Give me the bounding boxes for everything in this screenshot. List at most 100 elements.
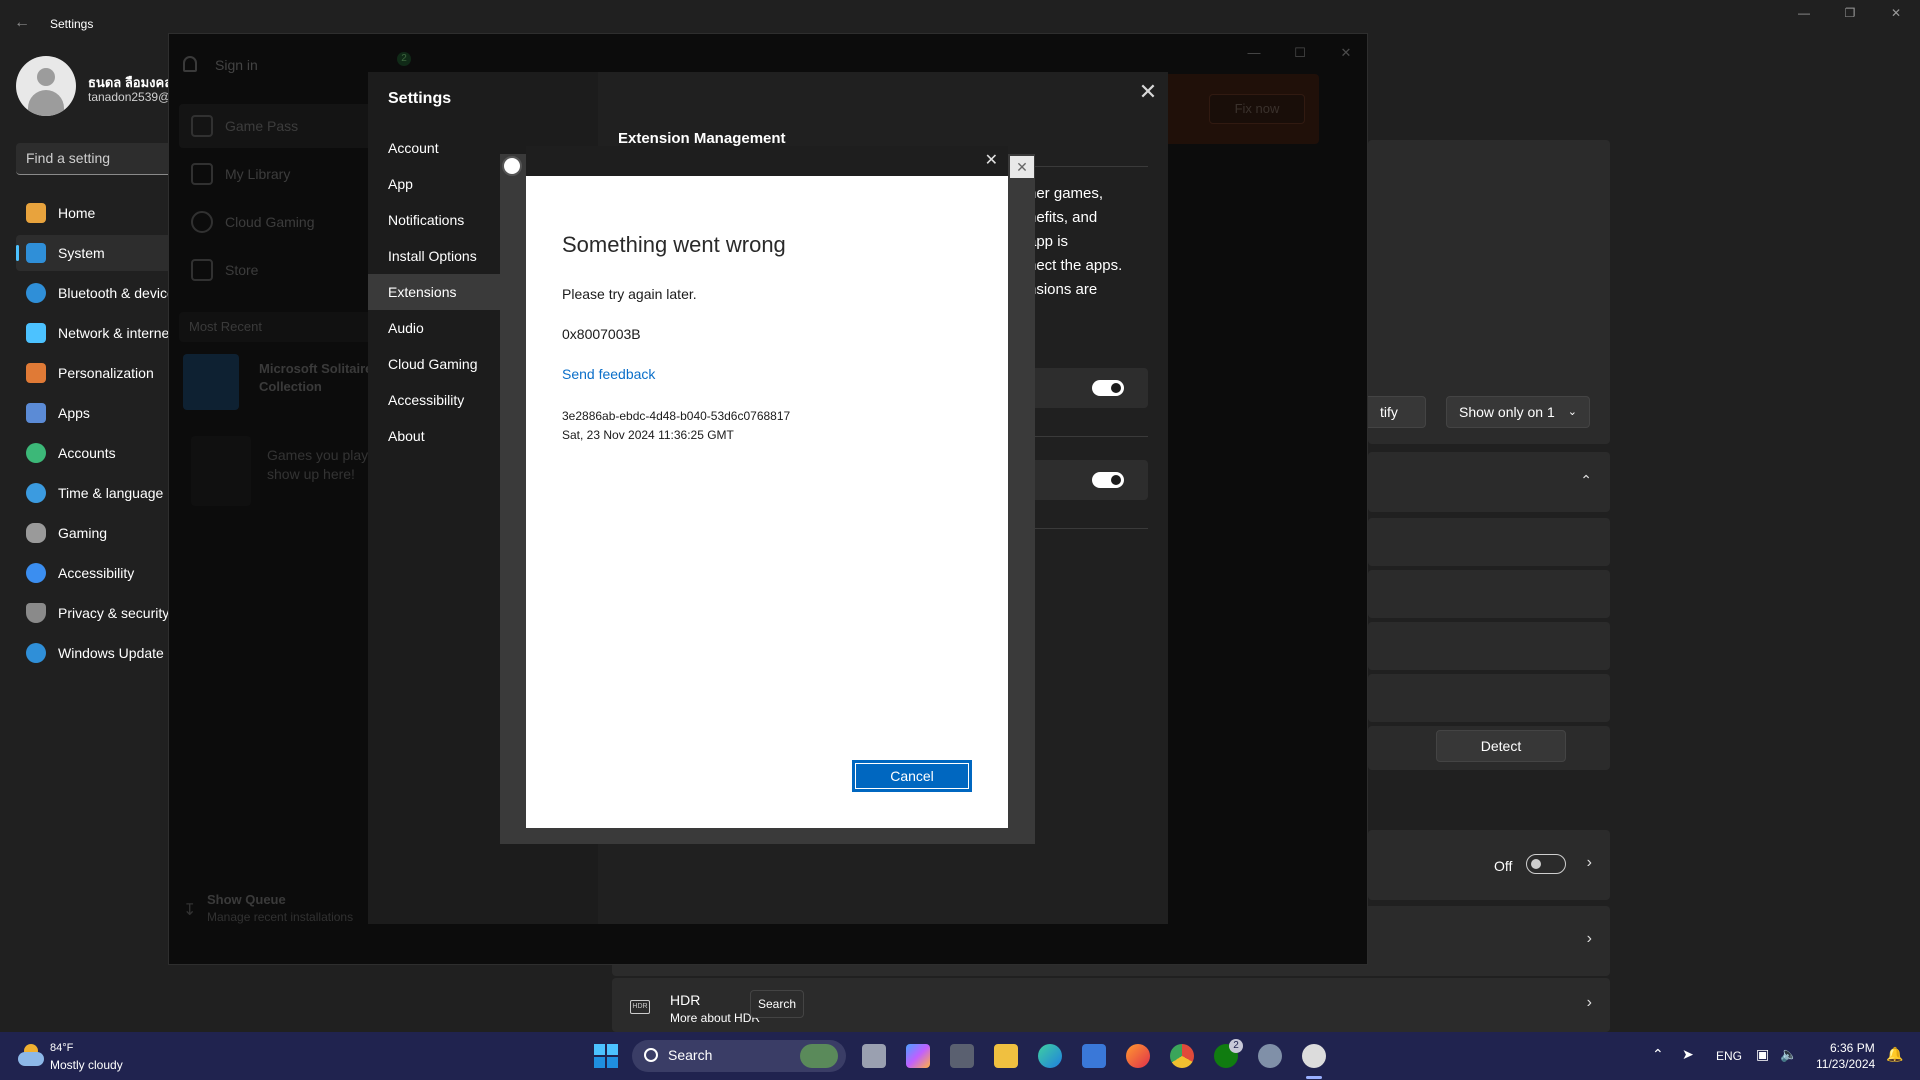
sidebar-item-store[interactable]: Store	[179, 248, 379, 292]
update-icon	[26, 643, 46, 663]
notification-bell-icon[interactable]: 🔔	[1886, 1046, 1903, 1063]
nav-item-accounts[interactable]: Accounts	[16, 435, 176, 471]
weather-temp[interactable]: 84°F	[50, 1042, 73, 1054]
toggle-switch[interactable]	[1092, 472, 1124, 488]
dropdown-value: Show only on 1	[1459, 404, 1555, 420]
nav-label: Gaming	[58, 525, 108, 541]
nav-label: Bluetooth & devices	[58, 285, 176, 301]
nav-label: Accessibility	[58, 565, 135, 581]
chevron-up-icon[interactable]: ⌃	[1652, 1046, 1664, 1063]
recent-game-item[interactable]: Microsoft Solitaire Collection	[183, 354, 379, 410]
dialog-title-bar: ✕	[526, 146, 1008, 176]
toggle-switch[interactable]	[1526, 854, 1566, 874]
restore-icon[interactable]: ❐	[1830, 6, 1870, 26]
network-icon[interactable]: ▣	[1756, 1046, 1769, 1063]
nav-label: Privacy & security	[58, 605, 170, 621]
most-recent-header: Most Recent	[179, 312, 379, 342]
play-icon	[191, 436, 251, 506]
settings-row	[1368, 674, 1610, 722]
task-view-icon[interactable]	[862, 1044, 886, 1068]
toggle-switch[interactable]	[1092, 380, 1124, 396]
nav-item-accessibility[interactable]: Accessibility	[16, 555, 176, 591]
weather-icon[interactable]	[18, 1044, 44, 1066]
text-line: nefits, and	[1028, 209, 1098, 226]
clock-date[interactable]: 11/23/2024	[1816, 1057, 1875, 1071]
hdr-link[interactable]: More about HDR	[670, 1011, 760, 1025]
nav-item-home[interactable]: Home	[16, 195, 176, 231]
close-icon[interactable]: ✕	[1136, 80, 1160, 104]
minimize-icon[interactable]: —	[1231, 40, 1277, 66]
file-explorer-icon[interactable]	[994, 1044, 1018, 1068]
back-arrow-icon[interactable]: ←	[14, 14, 30, 32]
hdr-icon: HDR	[630, 1000, 650, 1014]
user-email: tanadon2539@	[88, 90, 168, 104]
find-setting-input[interactable]: Find a setting	[16, 143, 176, 175]
fix-now-button[interactable]: Fix now	[1209, 94, 1305, 124]
minimize-icon[interactable]: —	[1784, 6, 1824, 26]
maximize-icon[interactable]: ☐	[1277, 40, 1323, 66]
chevron-right-icon: ›	[1586, 854, 1592, 871]
xbox-app-icon[interactable]	[1302, 1044, 1326, 1068]
nav-item-network[interactable]: Network & internet	[16, 315, 176, 351]
avatar[interactable]	[16, 56, 76, 116]
nav-item-bluetooth[interactable]: Bluetooth & devices	[16, 275, 176, 311]
toggle-row[interactable]: Off ›	[1368, 830, 1610, 900]
error-code: 0x8007003B	[562, 326, 641, 342]
selection-indicator	[16, 245, 19, 261]
nav-item-windows-update[interactable]: Windows Update	[16, 635, 176, 671]
volume-icon[interactable]: 🔈	[1780, 1046, 1797, 1063]
off-label: Off	[1494, 858, 1513, 874]
language-indicator[interactable]: ENG	[1716, 1049, 1742, 1063]
nav-label: System	[58, 245, 105, 261]
cancel-button[interactable]: Cancel	[852, 760, 972, 792]
sign-in-link[interactable]: Sign in	[215, 57, 258, 73]
sidebar-item-my-library[interactable]: My Library	[179, 152, 379, 196]
send-feedback-link[interactable]: Send feedback	[562, 366, 655, 382]
nav-label: Home	[58, 205, 96, 221]
show-queue-button[interactable]: ↧ Show Queue Manage recent installations	[183, 890, 379, 930]
download-icon: ↧	[183, 902, 197, 919]
bluetooth-icon	[26, 283, 46, 303]
xbox-badge: 2	[1229, 1039, 1243, 1053]
weather-condition[interactable]: Mostly cloudy	[50, 1058, 123, 1072]
sidebar-label: My Library	[225, 166, 291, 182]
clock-time[interactable]: 6:36 PM	[1830, 1041, 1875, 1055]
calculator-icon[interactable]	[950, 1044, 974, 1068]
frame-close-icon[interactable]: ✕	[1010, 156, 1034, 178]
sidebar-item-cloud-gaming[interactable]: Cloud Gaming	[179, 200, 379, 244]
chrome-icon[interactable]	[1170, 1044, 1194, 1068]
multi-display-header[interactable]: ⌃	[1368, 452, 1610, 512]
home-icon	[26, 203, 46, 223]
nav-item-apps[interactable]: Apps	[16, 395, 176, 431]
detect-button[interactable]: Detect	[1436, 730, 1566, 762]
close-icon[interactable]: ✕	[1876, 6, 1916, 26]
edge-icon[interactable]	[1038, 1044, 1062, 1068]
settings-gear-icon[interactable]	[1258, 1044, 1282, 1068]
show-only-dropdown[interactable]: Show only on 1 ⌄	[1446, 396, 1590, 428]
nav-item-time-language[interactable]: Time & language	[16, 475, 176, 511]
accounts-icon	[26, 443, 46, 463]
nav-item-system[interactable]: System	[16, 235, 176, 271]
close-icon[interactable]: ✕	[985, 150, 998, 170]
nav-item-privacy[interactable]: Privacy & security	[16, 595, 176, 631]
taskbar-search[interactable]: Search	[632, 1040, 846, 1072]
search-highlight-icon	[800, 1044, 838, 1068]
home-icon	[191, 115, 213, 137]
sidebar-item-game-pass[interactable]: Game Pass	[179, 104, 379, 148]
close-icon[interactable]: ✕	[1323, 40, 1369, 66]
settings-row	[1368, 622, 1610, 670]
nav-item-personalization[interactable]: Personalization	[16, 355, 176, 391]
firefox-icon[interactable]	[1126, 1044, 1150, 1068]
start-icon[interactable]	[594, 1044, 618, 1068]
copilot-icon[interactable]	[906, 1044, 930, 1068]
library-icon	[191, 163, 213, 185]
gamepad-icon	[26, 523, 46, 543]
hdr-title: HDR	[670, 992, 701, 1008]
games-placeholder: Games you play show up here!	[191, 436, 379, 510]
store-icon[interactable]	[1082, 1044, 1106, 1068]
cloud-icon	[191, 211, 213, 233]
nav-item-gaming[interactable]: Gaming	[16, 515, 176, 551]
location-icon[interactable]: ➤	[1682, 1046, 1694, 1063]
description-fragments: her games, nefits, and app is nect the a…	[1028, 182, 1168, 302]
recent-game-title: Microsoft Solitaire Collection	[259, 361, 373, 394]
